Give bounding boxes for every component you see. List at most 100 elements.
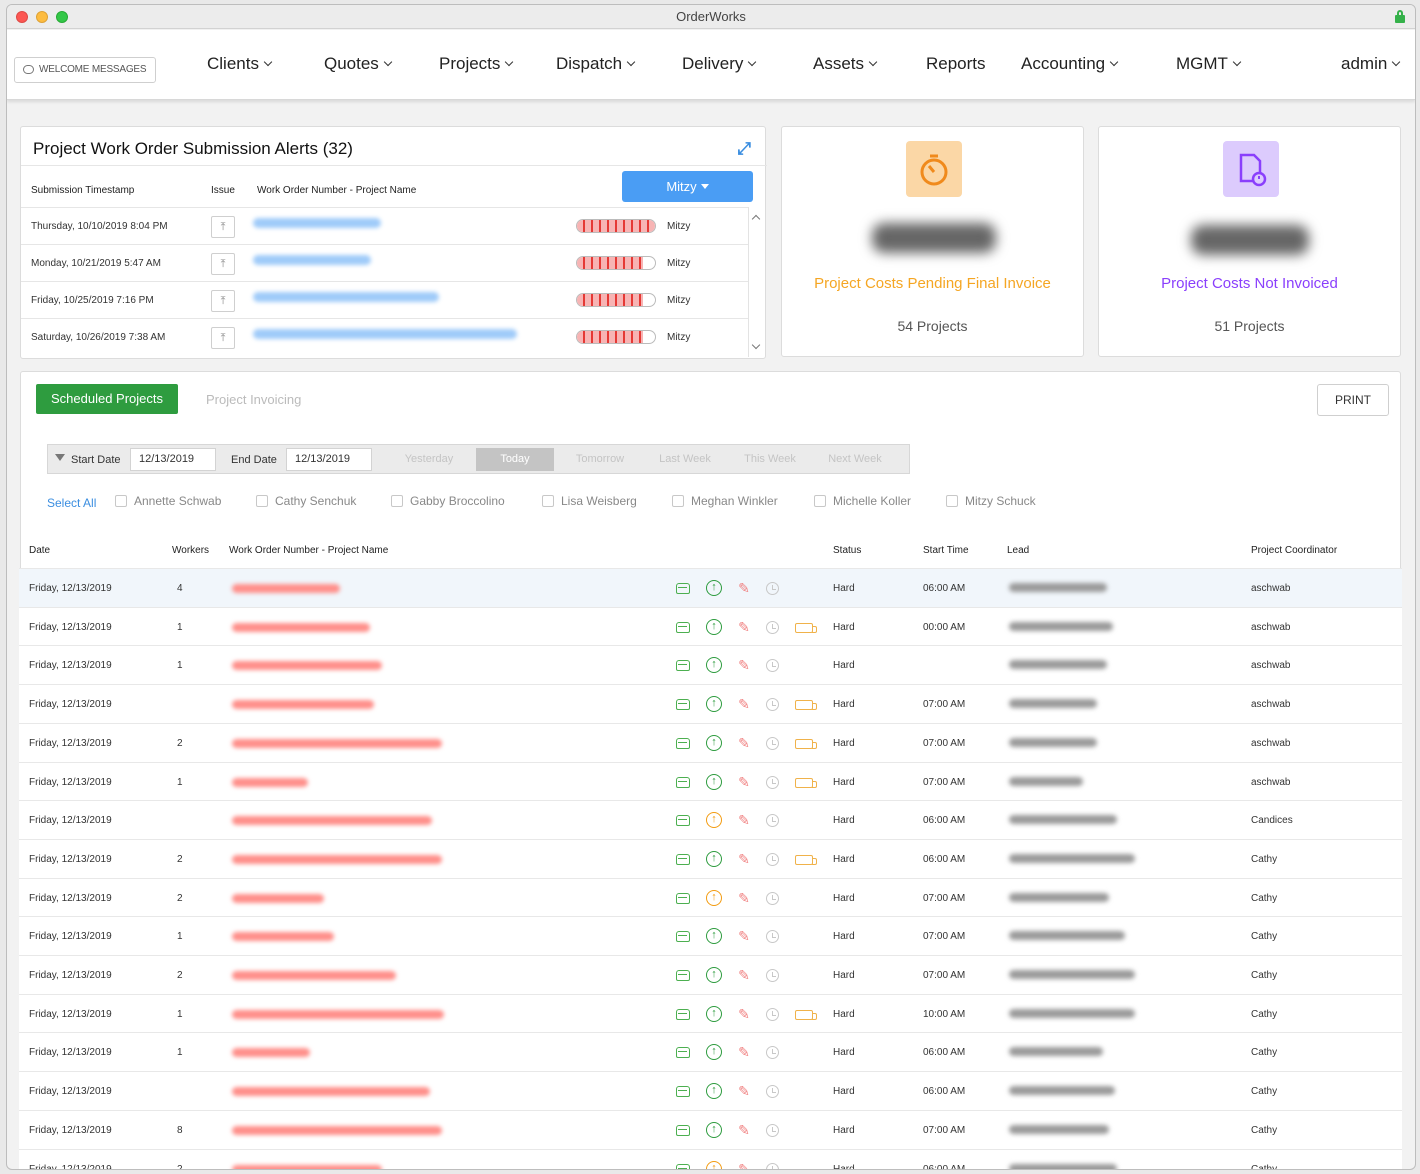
upload-icon[interactable]: ⤒ xyxy=(211,253,235,275)
alert-row[interactable]: Monday, 10/21/2019 5:47 AM ⤒ Mitzy xyxy=(21,244,748,281)
work-order-link-redacted[interactable] xyxy=(232,971,396,980)
upload-status-icon[interactable]: ↑ xyxy=(706,1083,722,1100)
clock-icon[interactable] xyxy=(766,736,779,750)
expand-icon[interactable]: ⤢ xyxy=(737,139,751,159)
clock-icon[interactable] xyxy=(766,1085,779,1099)
pencil-icon[interactable]: ✎ xyxy=(736,657,752,673)
truck-icon[interactable] xyxy=(795,854,817,865)
package-icon[interactable] xyxy=(676,1086,690,1098)
table-row[interactable]: Friday, 12/13/2019 2 ↑ ✎ Hard 07:00 AM aschwab xyxy=(19,722,1402,762)
package-icon[interactable] xyxy=(676,815,690,827)
checkbox[interactable] xyxy=(391,495,403,507)
pencil-icon[interactable]: ✎ xyxy=(736,774,752,790)
truck-icon[interactable] xyxy=(795,622,817,633)
clock-icon[interactable] xyxy=(766,852,779,866)
nav-quotes[interactable]: Quotes xyxy=(324,54,393,74)
upload-status-icon[interactable]: ↑ xyxy=(706,696,722,713)
work-order-link-redacted[interactable] xyxy=(232,622,370,632)
checkbox[interactable] xyxy=(946,495,958,507)
table-row[interactable]: Friday, 12/13/2019 1 ↑ ✎ Hard 07:00 AM aschwab xyxy=(19,761,1402,801)
nav-delivery[interactable]: Delivery xyxy=(682,54,757,74)
upload-status-icon[interactable]: ↑ xyxy=(706,1121,722,1138)
truck-icon[interactable] xyxy=(795,777,817,788)
checkbox[interactable] xyxy=(542,495,554,507)
package-icon[interactable] xyxy=(676,970,690,981)
table-row[interactable]: Friday, 12/13/2019 8 ↑ ✎ Hard 07:00 AM Cathy xyxy=(19,1109,1402,1149)
checkbox[interactable] xyxy=(256,495,268,507)
col-header-lead[interactable]: Lead xyxy=(1007,545,1029,556)
clock-icon[interactable] xyxy=(766,582,779,595)
nav-mgmt[interactable]: MGMT xyxy=(1176,54,1242,74)
checkbox[interactable] xyxy=(672,495,684,507)
clock-icon[interactable] xyxy=(766,775,779,789)
quick-today[interactable]: Today xyxy=(476,448,554,471)
nav-dispatch[interactable]: Dispatch xyxy=(556,54,636,74)
quick-last-week[interactable]: Last Week xyxy=(646,448,724,471)
pencil-icon[interactable]: ✎ xyxy=(736,696,752,712)
minimize-window-button[interactable] xyxy=(36,11,48,23)
alert-row[interactable]: Thursday, 10/10/2019 8:04 PM ⤒ Mitzy xyxy=(21,207,748,244)
table-row[interactable]: Friday, 12/13/2019 2 ↑ ✎ Hard 07:00 AM Cathy xyxy=(19,877,1402,917)
work-order-link-redacted[interactable] xyxy=(253,329,517,339)
tab-project-invoicing[interactable]: Project Invoicing xyxy=(206,392,301,407)
work-order-link-redacted[interactable] xyxy=(232,1087,430,1097)
upload-icon[interactable]: ⤒ xyxy=(211,216,235,238)
package-icon[interactable] xyxy=(676,1008,690,1020)
tab-scheduled-projects[interactable]: Scheduled Projects xyxy=(36,384,178,414)
pencil-icon[interactable]: ✎ xyxy=(736,812,752,828)
pencil-icon[interactable]: ✎ xyxy=(736,580,752,596)
clock-icon[interactable] xyxy=(766,620,779,634)
upload-status-icon[interactable]: ↑ xyxy=(706,734,722,751)
work-order-link-redacted[interactable] xyxy=(232,700,374,710)
work-order-link-redacted[interactable] xyxy=(232,777,308,787)
pencil-icon[interactable]: ✎ xyxy=(736,619,752,635)
pencil-icon[interactable]: ✎ xyxy=(736,851,752,867)
table-row[interactable]: Friday, 12/13/2019 ↑ ✎ Hard 07:00 AM aschwab xyxy=(19,684,1402,724)
work-order-link-redacted[interactable] xyxy=(232,1125,442,1135)
quick-yesterday[interactable]: Yesterday xyxy=(390,448,468,471)
filter-person-checkbox[interactable]: Gabby Broccolino xyxy=(391,494,505,508)
not-invoiced-card[interactable]: Project Costs Not Invoiced 51 Projects xyxy=(1098,126,1401,357)
table-row[interactable]: Friday, 12/13/2019 2 ↑ ✎ Hard 06:00 AM Cathy xyxy=(19,838,1402,878)
package-icon[interactable] xyxy=(676,1124,690,1136)
work-order-link-redacted[interactable] xyxy=(232,1009,444,1019)
package-icon[interactable] xyxy=(676,737,690,749)
nav-assets[interactable]: Assets xyxy=(813,54,878,74)
package-icon[interactable] xyxy=(676,699,690,711)
clock-icon[interactable] xyxy=(766,659,779,673)
quick-this-week[interactable]: This Week xyxy=(731,448,809,471)
checkbox[interactable] xyxy=(814,495,826,507)
table-row[interactable]: Friday, 12/13/2019 1 ↑ ✎ Hard aschwab xyxy=(19,645,1402,685)
clock-icon[interactable] xyxy=(766,930,779,944)
pencil-icon[interactable]: ✎ xyxy=(736,890,752,906)
upload-status-icon[interactable]: ↑ xyxy=(706,967,722,983)
pending-invoice-card[interactable]: Project Costs Pending Final Invoice 54 P… xyxy=(781,126,1084,357)
package-icon[interactable] xyxy=(676,583,690,594)
package-icon[interactable] xyxy=(676,1163,690,1169)
col-header-work-order[interactable]: Work Order Number - Project Name xyxy=(229,545,388,556)
table-row[interactable]: Friday, 12/13/2019 ↑ ✎ Hard 06:00 AM Cathy xyxy=(19,1071,1402,1111)
work-order-link-redacted[interactable] xyxy=(232,854,442,864)
table-row[interactable]: Friday, 12/13/2019 1 ↑ ✎ Hard 06:00 AM Cathy xyxy=(19,1032,1402,1072)
table-row[interactable]: Friday, 12/13/2019 1 ↑ ✎ Hard 00:00 AM aschwab xyxy=(19,606,1402,646)
work-order-link-redacted[interactable] xyxy=(253,292,439,302)
upload-status-icon[interactable]: ↑ xyxy=(706,618,722,635)
clock-icon[interactable] xyxy=(766,969,779,982)
pencil-icon[interactable]: ✎ xyxy=(736,928,752,944)
upload-status-icon[interactable]: ↑ xyxy=(706,812,722,829)
package-icon[interactable] xyxy=(676,621,690,633)
alert-row[interactable]: Friday, 10/25/2019 7:16 PM ⤒ Mitzy xyxy=(21,281,748,318)
welcome-messages-button[interactable]: WELCOME MESSAGES xyxy=(14,57,156,83)
upload-status-icon[interactable]: ↑ xyxy=(706,928,722,945)
zoom-window-button[interactable] xyxy=(56,11,68,23)
upload-status-icon[interactable]: ↑ xyxy=(706,1044,722,1061)
table-row[interactable]: Friday, 12/13/2019 ↑ ✎ Hard 06:00 AM Candices xyxy=(19,800,1402,840)
filter-person-checkbox[interactable]: Meghan Winkler xyxy=(672,494,778,508)
upload-status-icon[interactable]: ↑ xyxy=(706,889,722,906)
clock-icon[interactable] xyxy=(766,1007,779,1021)
clock-icon[interactable] xyxy=(766,1162,779,1169)
package-icon[interactable] xyxy=(676,776,690,788)
table-row[interactable]: Friday, 12/13/2019 1 ↑ ✎ Hard 10:00 AM Cathy xyxy=(19,993,1402,1033)
work-order-link-redacted[interactable] xyxy=(232,1048,310,1058)
filter-person-checkbox[interactable]: Michelle Koller xyxy=(814,494,911,508)
